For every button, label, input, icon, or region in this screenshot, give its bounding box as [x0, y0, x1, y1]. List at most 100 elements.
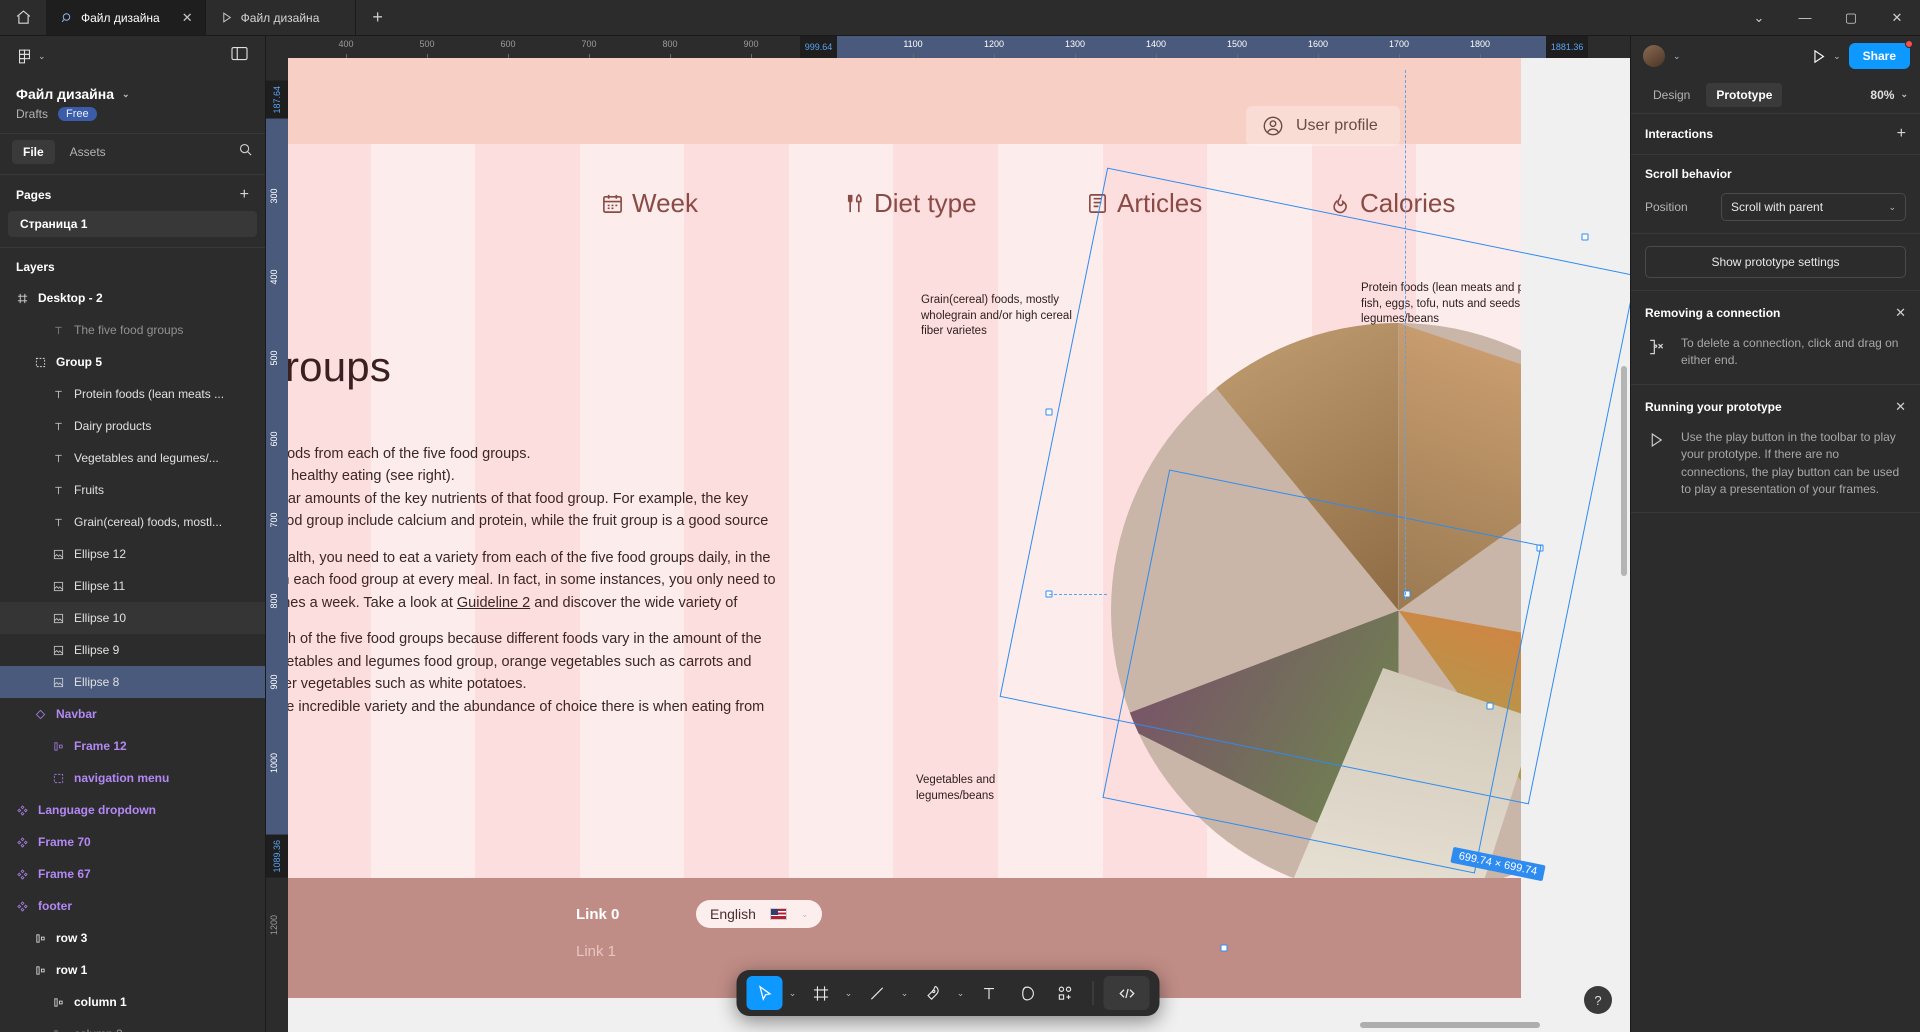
layer-row[interactable]: Desktop - 2	[0, 282, 265, 314]
add-interaction-button[interactable]: +	[1897, 126, 1906, 142]
canvas-vertical-scrollbar[interactable]	[1621, 366, 1627, 576]
chevron-down-icon: ⌄	[788, 987, 797, 998]
layer-row[interactable]: Ellipse 12	[0, 538, 265, 570]
new-tab-button[interactable]: +	[356, 0, 400, 35]
tab-assets[interactable]: Assets	[59, 140, 117, 164]
ruler-tick-label: 600	[269, 431, 279, 447]
zoom-control[interactable]: 80% ⌄	[1870, 88, 1908, 102]
home-button[interactable]	[0, 0, 46, 35]
layer-row[interactable]: Ellipse 8	[0, 666, 265, 698]
layer-row[interactable]: Language dropdown	[0, 794, 265, 826]
window-close-button[interactable]: ✕	[1874, 0, 1920, 36]
window-maximize-button[interactable]: ▢	[1828, 0, 1874, 36]
layer-row[interactable]: row 1	[0, 954, 265, 986]
selection-handle-bl[interactable]	[1220, 944, 1228, 952]
layer-row[interactable]: footer	[0, 890, 265, 922]
page-item-1[interactable]: Страница 1	[8, 211, 257, 237]
tab-file[interactable]: File	[12, 140, 55, 164]
layer-row[interactable]: The five food groups	[0, 314, 265, 346]
close-icon[interactable]: ✕	[1895, 305, 1906, 321]
layer-row[interactable]: Vegetables and legumes/...	[0, 442, 265, 474]
ellipse-tool-button[interactable]	[1009, 976, 1045, 1010]
layer-row[interactable]: Navbar	[0, 698, 265, 730]
layer-row[interactable]: Frame 67	[0, 858, 265, 890]
autolayout-icon	[32, 962, 48, 978]
toggle-ui-button[interactable]	[230, 46, 249, 66]
food-groups-wheel[interactable]: Grain(cereal) foods, mostly wholegrain a…	[916, 282, 1521, 911]
show-prototype-settings-button[interactable]: Show prototype settings	[1645, 246, 1906, 278]
file-name-button[interactable]: Файл дизайна ⌄	[16, 86, 249, 102]
layer-row[interactable]: Fruits	[0, 474, 265, 506]
chevron-down-icon[interactable]: ⌄	[1833, 51, 1841, 62]
layer-row[interactable]: Ellipse 10	[0, 602, 265, 634]
layer-row[interactable]: navigation menu	[0, 762, 265, 794]
layer-row[interactable]: column 1	[0, 986, 265, 1018]
tab-design-file-2[interactable]: Файл дизайна	[206, 0, 356, 35]
close-icon[interactable]: ✕	[1895, 399, 1906, 415]
footer-link-0[interactable]: Link 0	[576, 906, 619, 923]
selection-handle-tr[interactable]	[1581, 233, 1589, 241]
ruler-v-selection-start: 187.64	[266, 80, 288, 119]
dev-mode-button[interactable]	[1103, 976, 1150, 1010]
group-icon	[32, 354, 48, 370]
help-button[interactable]: ?	[1584, 986, 1612, 1014]
tab-prototype[interactable]: Prototype	[1706, 82, 1783, 107]
frame-tool-dropdown[interactable]: ⌄	[841, 976, 857, 1010]
image-icon	[50, 642, 66, 658]
canvas[interactable]: User profile Week Diet type Articles Cal…	[266, 36, 1630, 1032]
image-icon	[50, 674, 66, 690]
layer-row[interactable]: Ellipse 11	[0, 570, 265, 602]
present-button[interactable]: ⌄	[1810, 48, 1841, 65]
share-button[interactable]: Share	[1848, 40, 1913, 69]
frame-tool-button[interactable]	[803, 976, 839, 1010]
layer-row[interactable]: Group 5	[0, 346, 265, 378]
tab-design-file-1[interactable]: Файл дизайна ✕	[46, 0, 206, 35]
design-frame-desktop-2[interactable]: User profile Week Diet type Articles Cal…	[266, 58, 1521, 998]
layer-row[interactable]: Ellipse 9	[0, 634, 265, 666]
layer-row[interactable]: Dairy products	[0, 410, 265, 442]
horizontal-ruler[interactable]: 400 500 600 700 800 900 1100 1200 1300 1400 1500 16…	[266, 36, 1630, 58]
user-profile-button[interactable]: User profile	[1246, 106, 1400, 146]
shape-tool-button[interactable]	[859, 976, 895, 1010]
selection-handle-mid3[interactable]	[1486, 702, 1494, 710]
component-tool-button[interactable]	[1047, 976, 1083, 1010]
figma-main-menu-button[interactable]: ⌄	[16, 48, 46, 65]
layer-row[interactable]: Protein foods (lean meats ...	[0, 378, 265, 410]
layer-row[interactable]: row 3	[0, 922, 265, 954]
search-button[interactable]	[238, 142, 253, 162]
pen-tool-dropdown[interactable]: ⌄	[953, 976, 969, 1010]
chevron-down-icon[interactable]: ⌄	[1673, 51, 1681, 62]
shape-tool-dropdown[interactable]: ⌄	[897, 976, 913, 1010]
layer-row[interactable]: Frame 70	[0, 826, 265, 858]
canvas-horizontal-scrollbar[interactable]	[1360, 1022, 1540, 1028]
tab-close-icon[interactable]: ✕	[168, 10, 193, 26]
tab-design[interactable]: Design	[1643, 83, 1700, 107]
add-page-button[interactable]: +	[240, 187, 249, 203]
layer-row[interactable]: column 2	[0, 1018, 265, 1032]
nav-item-week[interactable]: Week	[601, 188, 698, 219]
layer-row[interactable]: Grain(cereal) foods, mostl...	[0, 506, 265, 538]
component-icon	[14, 866, 30, 882]
article-icon	[1089, 194, 1106, 213]
move-tool-dropdown[interactable]: ⌄	[785, 976, 801, 1010]
move-tool-button[interactable]	[746, 976, 783, 1010]
language-dropdown[interactable]: English ⌄	[696, 900, 823, 928]
layer-row[interactable]: Frame 12	[0, 730, 265, 762]
nav-item-calories[interactable]: Calories	[1329, 188, 1455, 219]
layers-list[interactable]: Desktop - 2 The five food groups Group 5 Pr…	[0, 282, 265, 1032]
cursor-icon	[758, 984, 772, 1001]
nav-item-diet-type[interactable]: Diet type	[843, 188, 977, 219]
vertical-ruler[interactable]: 300 400 500 600 700 800 900 1000 1200 187.64 1089.…	[266, 36, 288, 1032]
avatar[interactable]	[1643, 45, 1665, 67]
selection-handle-mid2[interactable]	[1536, 544, 1544, 552]
pen-tool-button[interactable]	[915, 976, 951, 1010]
window-minimize-button[interactable]: —	[1782, 0, 1828, 36]
ruler-tick-label: 1300	[1064, 39, 1086, 49]
position-select[interactable]: Scroll with parent ⌄	[1721, 193, 1906, 221]
selection-handle-tl[interactable]	[1045, 408, 1053, 416]
text-tool-button[interactable]	[971, 976, 1007, 1010]
footer-link-1[interactable]: Link 1	[576, 943, 616, 960]
nav-item-articles[interactable]: Articles	[1086, 188, 1202, 219]
window-more-button[interactable]: ⌄	[1736, 0, 1782, 36]
layer-label: Navbar	[56, 707, 97, 721]
